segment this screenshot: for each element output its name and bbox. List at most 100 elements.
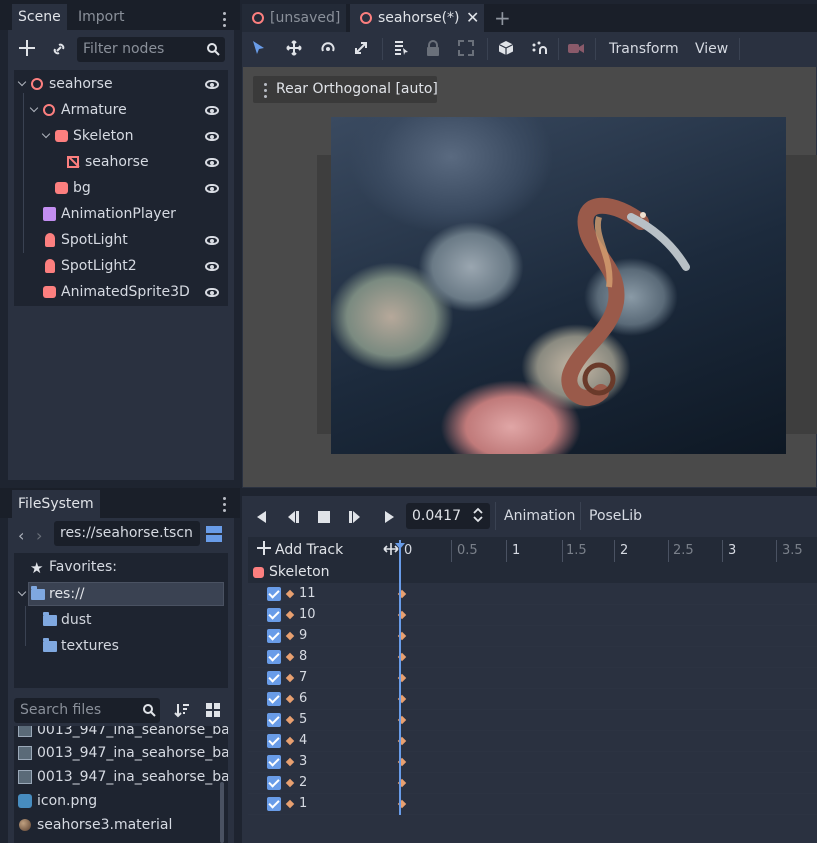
- track-row[interactable]: 1: [248, 794, 817, 815]
- forward-arrow-icon[interactable]: ›: [36, 526, 42, 545]
- play-from-start-icon[interactable]: [347, 510, 363, 524]
- grid-view-icon[interactable]: [206, 703, 220, 717]
- select-tool-icon[interactable]: [250, 39, 268, 57]
- track-enabled-checkbox[interactable]: [267, 587, 281, 601]
- tree-item-dust[interactable]: dust: [61, 612, 92, 628]
- track-enabled-checkbox[interactable]: [267, 797, 281, 811]
- scale-tool-icon[interactable]: [353, 40, 369, 56]
- track-enabled-checkbox[interactable]: [267, 671, 281, 685]
- list-select-icon[interactable]: [393, 40, 409, 56]
- tree-item-armature[interactable]: Armature: [14, 93, 228, 253]
- track-row[interactable]: 6: [248, 689, 817, 710]
- visibility-eye-icon[interactable]: [205, 288, 219, 297]
- viewport-3d[interactable]: Rear Orthogonal [auto]: [242, 66, 817, 488]
- filesystem-menu-icon[interactable]: [222, 496, 226, 512]
- camera-preview-icon[interactable]: [568, 42, 584, 54]
- file-list-scrollbar[interactable]: [220, 782, 224, 843]
- tree-item-animatedsprite3d[interactable]: AnimatedSprite3D: [14, 279, 228, 305]
- sort-icon[interactable]: [174, 702, 190, 718]
- playhead-handle-icon[interactable]: [395, 537, 405, 549]
- visibility-eye-icon[interactable]: [205, 236, 219, 245]
- track-row[interactable]: 2: [248, 773, 817, 794]
- tab-import[interactable]: Import: [72, 4, 130, 30]
- split-view-icon[interactable]: [206, 526, 222, 542]
- track-group-skeleton[interactable]: Skeleton: [248, 563, 817, 583]
- view-menu-button[interactable]: View: [695, 35, 728, 63]
- add-track-button[interactable]: Add Track: [275, 542, 343, 558]
- poselib-button[interactable]: PoseLib: [589, 502, 642, 530]
- tree-item-textures[interactable]: textures: [61, 638, 119, 654]
- spin-arrows-icon[interactable]: [472, 505, 484, 525]
- play-backwards-from-end-icon[interactable]: [285, 510, 301, 524]
- local-space-cube-icon[interactable]: [498, 40, 514, 56]
- tab-seahorse[interactable]: seahorse(*) ✕: [350, 4, 484, 32]
- tree-item-animationplayer[interactable]: AnimationPlayer: [14, 201, 228, 227]
- track-row[interactable]: 7: [248, 668, 817, 689]
- animation-menu-button[interactable]: Animation: [504, 502, 575, 530]
- file-item[interactable]: 0013_947_ina_seahorse_back: [14, 726, 228, 742]
- track-enabled-checkbox[interactable]: [267, 734, 281, 748]
- chevron-down-icon[interactable]: [29, 103, 39, 113]
- tree-item-seahorse[interactable]: seahorse: [14, 71, 228, 97]
- tree-item-spotlight[interactable]: SpotLight: [14, 227, 228, 253]
- viewport-menu-icon[interactable]: [263, 82, 267, 98]
- transform-menu-button[interactable]: Transform: [609, 35, 679, 63]
- track-row[interactable]: 4: [248, 731, 817, 752]
- close-icon[interactable]: ✕: [466, 4, 479, 32]
- chevron-down-icon[interactable]: [17, 77, 27, 87]
- track-row[interactable]: 10: [248, 605, 817, 626]
- visibility-eye-icon[interactable]: [205, 80, 219, 89]
- file-item[interactable]: seahorse3.material: [14, 813, 228, 837]
- search-files-input[interactable]: Search files: [14, 698, 160, 723]
- visibility-eye-icon[interactable]: [205, 184, 219, 193]
- track-enabled-checkbox[interactable]: [267, 629, 281, 643]
- group-icon[interactable]: [458, 40, 474, 56]
- track-enabled-checkbox[interactable]: [267, 776, 281, 790]
- filter-nodes-input[interactable]: Filter nodes: [77, 37, 225, 62]
- path-field[interactable]: res://seahorse.tscn: [54, 521, 200, 546]
- viewport-view-menu[interactable]: Rear Orthogonal [auto]: [253, 76, 438, 103]
- play-backwards-icon[interactable]: [255, 510, 269, 524]
- play-icon[interactable]: [382, 510, 396, 524]
- file-item[interactable]: 0013_947_ina_seahorse_back: [14, 741, 228, 765]
- tree-item-bg[interactable]: bg: [14, 175, 228, 201]
- track-row[interactable]: 5: [248, 710, 817, 731]
- scene-dock-menu-icon[interactable]: [222, 11, 226, 27]
- visibility-eye-icon[interactable]: [205, 158, 219, 167]
- stop-icon[interactable]: [318, 511, 330, 523]
- track-row[interactable]: 9: [248, 626, 817, 647]
- track-enabled-checkbox[interactable]: [267, 713, 281, 727]
- add-node-icon[interactable]: [19, 40, 35, 56]
- time-spinbox[interactable]: 0.0417: [406, 503, 490, 529]
- tab-filesystem[interactable]: FileSystem: [12, 490, 100, 518]
- tab-label: [unsaved]: [270, 10, 341, 26]
- tree-item-skeleton[interactable]: Skeleton: [14, 123, 228, 149]
- back-arrow-icon[interactable]: ‹: [18, 526, 24, 545]
- visibility-eye-icon[interactable]: [205, 106, 219, 115]
- tab-scene[interactable]: Scene: [12, 4, 67, 30]
- ruler-label: 3.5: [782, 543, 803, 558]
- tree-item-spotlight2[interactable]: SpotLight2: [14, 253, 228, 279]
- visibility-eye-icon[interactable]: [205, 132, 219, 141]
- track-row[interactable]: 11: [248, 584, 817, 605]
- move-tool-icon[interactable]: [286, 40, 302, 56]
- track-row[interactable]: 8: [248, 647, 817, 668]
- playhead[interactable]: [399, 540, 401, 815]
- tree-item-seahorse-mesh[interactable]: seahorse: [14, 149, 228, 175]
- track-enabled-checkbox[interactable]: [267, 650, 281, 664]
- snap-icon[interactable]: [531, 40, 547, 56]
- track-row[interactable]: 3: [248, 752, 817, 773]
- track-enabled-checkbox[interactable]: [267, 755, 281, 769]
- file-item[interactable]: icon.png: [14, 789, 228, 813]
- new-tab-plus-icon[interactable]: +: [494, 4, 511, 32]
- instance-scene-icon[interactable]: [51, 41, 67, 57]
- track-label: 8: [299, 649, 308, 664]
- track-enabled-checkbox[interactable]: [267, 608, 281, 622]
- file-item[interactable]: 0013_947_ina_seahorse_back: [14, 765, 228, 789]
- rotate-tool-icon[interactable]: [320, 40, 336, 56]
- tab-unsaved[interactable]: [unsaved]: [242, 4, 346, 32]
- visibility-eye-icon[interactable]: [205, 262, 219, 271]
- chevron-down-icon[interactable]: [41, 129, 51, 139]
- track-enabled-checkbox[interactable]: [267, 692, 281, 706]
- lock-icon[interactable]: [427, 40, 439, 56]
